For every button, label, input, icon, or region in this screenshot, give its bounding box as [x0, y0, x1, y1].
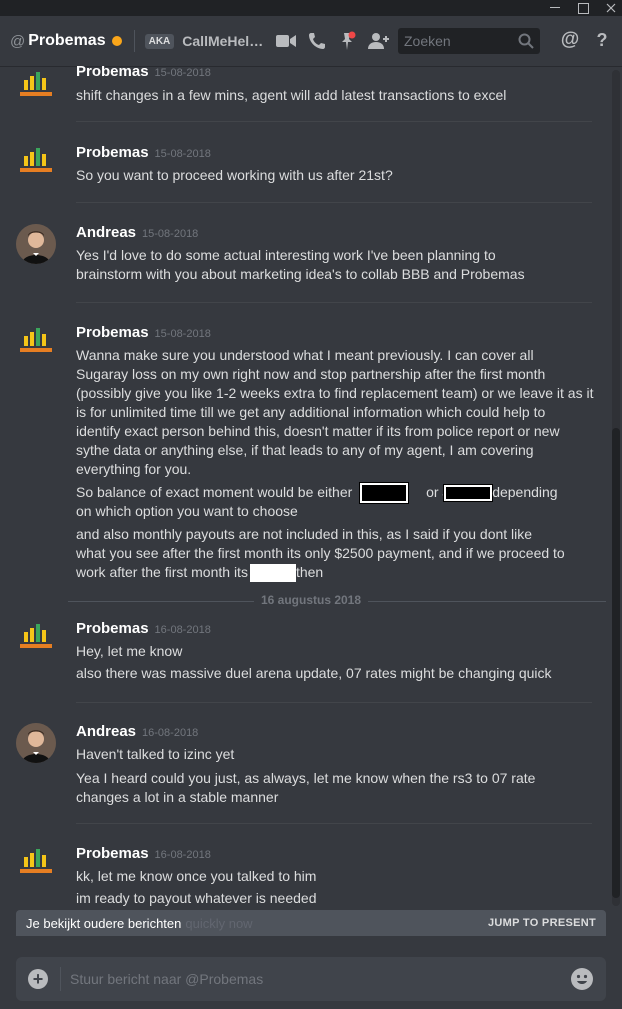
message-timestamp: 16-08-2018 — [154, 624, 211, 636]
older-messages-text: Je bekijkt oudere berichten — [26, 915, 182, 931]
message-input[interactable] — [70, 969, 550, 989]
message-text: Yes I'd love to do some actual interesti… — [76, 247, 496, 263]
add-friend-icon[interactable] — [366, 28, 392, 54]
message-author[interactable]: Probemas — [76, 144, 149, 161]
older-messages-ghost-text: quickly now — [185, 915, 253, 931]
message-timestamp: 15-08-2018 — [154, 328, 211, 340]
balance-text-a: So balance of exact moment would be eith… — [76, 484, 353, 500]
upload-plus-icon[interactable]: + — [28, 969, 48, 989]
message-author[interactable]: Probemas — [76, 845, 149, 862]
message-composer: + — [16, 957, 606, 1001]
payout-text-b: then — [295, 564, 324, 580]
video-call-icon[interactable] — [273, 28, 299, 54]
emoji-picker-icon[interactable] — [571, 968, 593, 990]
redacted-amount — [360, 483, 409, 504]
message-text: is for unlimited time till we get any ad… — [76, 404, 546, 420]
composer-divider — [60, 967, 61, 991]
window-titlebar — [0, 0, 622, 16]
message-list[interactable]: Probemas 15-08-2018 shift changes in a fe… — [0, 66, 622, 910]
message-text: everything for you. — [76, 461, 192, 477]
jump-to-present-button[interactable]: JUMP TO PRESENT — [488, 917, 596, 929]
balance-text-c: depending — [492, 484, 558, 500]
message-author[interactable]: Andreas — [76, 723, 136, 740]
avatar-andreas[interactable] — [16, 224, 56, 264]
help-icon[interactable]: ? — [590, 29, 614, 53]
minimize-button[interactable] — [542, 0, 568, 16]
message-timestamp: 15-08-2018 — [154, 67, 211, 79]
avatar-probemas[interactable] — [16, 144, 56, 184]
message-separator — [76, 121, 592, 122]
aka-name[interactable]: CallMeHelp... — [182, 33, 268, 49]
status-idle-icon — [111, 36, 122, 46]
message-text: shift changes in a few mins, agent will … — [76, 87, 507, 103]
message-text: im ready to payout whatever is needed — [76, 890, 317, 906]
search-input[interactable]: Zoeken — [398, 28, 540, 54]
search-icon — [518, 33, 534, 49]
redacted-amount — [444, 485, 493, 502]
avatar-probemas[interactable] — [16, 68, 56, 108]
message-text: (possibly give you like 1-2 weeks extra … — [76, 385, 594, 401]
message-author[interactable]: Probemas — [76, 66, 149, 80]
message-text: identify exact person behind this, doesn… — [76, 423, 560, 439]
mention-icon[interactable]: @ — [558, 29, 582, 53]
message-text: work after the first month its then — [76, 563, 600, 583]
maximize-button[interactable] — [570, 0, 596, 16]
message-timestamp: 15-08-2018 — [142, 228, 199, 240]
message-author[interactable]: Probemas — [76, 620, 149, 637]
header-divider — [133, 30, 135, 52]
avatar-probemas[interactable] — [16, 324, 56, 364]
message-text: Wanna make sure you understood what I me… — [76, 347, 534, 363]
message-text: Hey, let me know — [76, 643, 183, 659]
message-separator — [76, 302, 592, 303]
message-text: Haven't talked to izinc yet — [76, 746, 235, 762]
close-window-button[interactable] — [598, 0, 622, 16]
avatar-andreas[interactable] — [16, 723, 56, 763]
aka-badge: AKA — [144, 33, 175, 49]
message-author[interactable]: Andreas — [76, 224, 136, 241]
older-messages-bar[interactable]: Je bekijkt oudere berichten quickly now … — [16, 910, 606, 936]
channel-header: @ Probemas AKA CallMeHelp... Zoeken @ ? — [0, 16, 622, 66]
message-text: brainstorm with you about marketing idea… — [76, 266, 525, 282]
message-text: So you want to proceed working with us a… — [76, 167, 393, 183]
message-timestamp: 15-08-2018 — [154, 148, 211, 160]
message-separator — [76, 823, 592, 824]
dm-at-icon: @ — [10, 32, 26, 50]
message-text: what you see after the first month its o… — [76, 545, 565, 561]
avatar-probemas[interactable] — [16, 845, 56, 885]
message-text: sythe data or anything else, if that lea… — [76, 442, 534, 458]
message-text: Yea I heard could you just, as always, l… — [76, 770, 536, 786]
avatar-probemas[interactable] — [16, 620, 56, 660]
message-timestamp: 16-08-2018 — [142, 727, 199, 739]
message-author[interactable]: Probemas — [76, 324, 149, 341]
scrollbar-thumb[interactable] — [612, 428, 620, 898]
payout-text-a: work after the first month its — [76, 564, 248, 580]
message-timestamp: 16-08-2018 — [154, 849, 211, 861]
message-text: on which option you want to choose — [76, 503, 298, 519]
message-separator — [76, 202, 592, 203]
redacted-amount — [249, 564, 296, 583]
dm-recipient-name[interactable]: Probemas — [28, 32, 105, 50]
message-text: changes a lot in a stable manner — [76, 789, 279, 805]
message-text: Sugaray loss on my own right now and sto… — [76, 366, 546, 382]
message-text: also there was massive duel arena update… — [76, 665, 552, 681]
date-divider-label: 16 augustus 2018 — [254, 593, 368, 607]
message-separator — [76, 702, 592, 703]
message-text: So balance of exact moment would be eith… — [76, 483, 600, 504]
search-placeholder: Zoeken — [404, 33, 451, 49]
voice-call-icon[interactable] — [304, 28, 330, 54]
message-text: kk, let me know once you talked to him — [76, 868, 317, 884]
message-text: and also monthly payouts are not include… — [76, 526, 533, 542]
close-icon — [606, 3, 616, 13]
pinned-messages-icon[interactable] — [335, 28, 361, 54]
